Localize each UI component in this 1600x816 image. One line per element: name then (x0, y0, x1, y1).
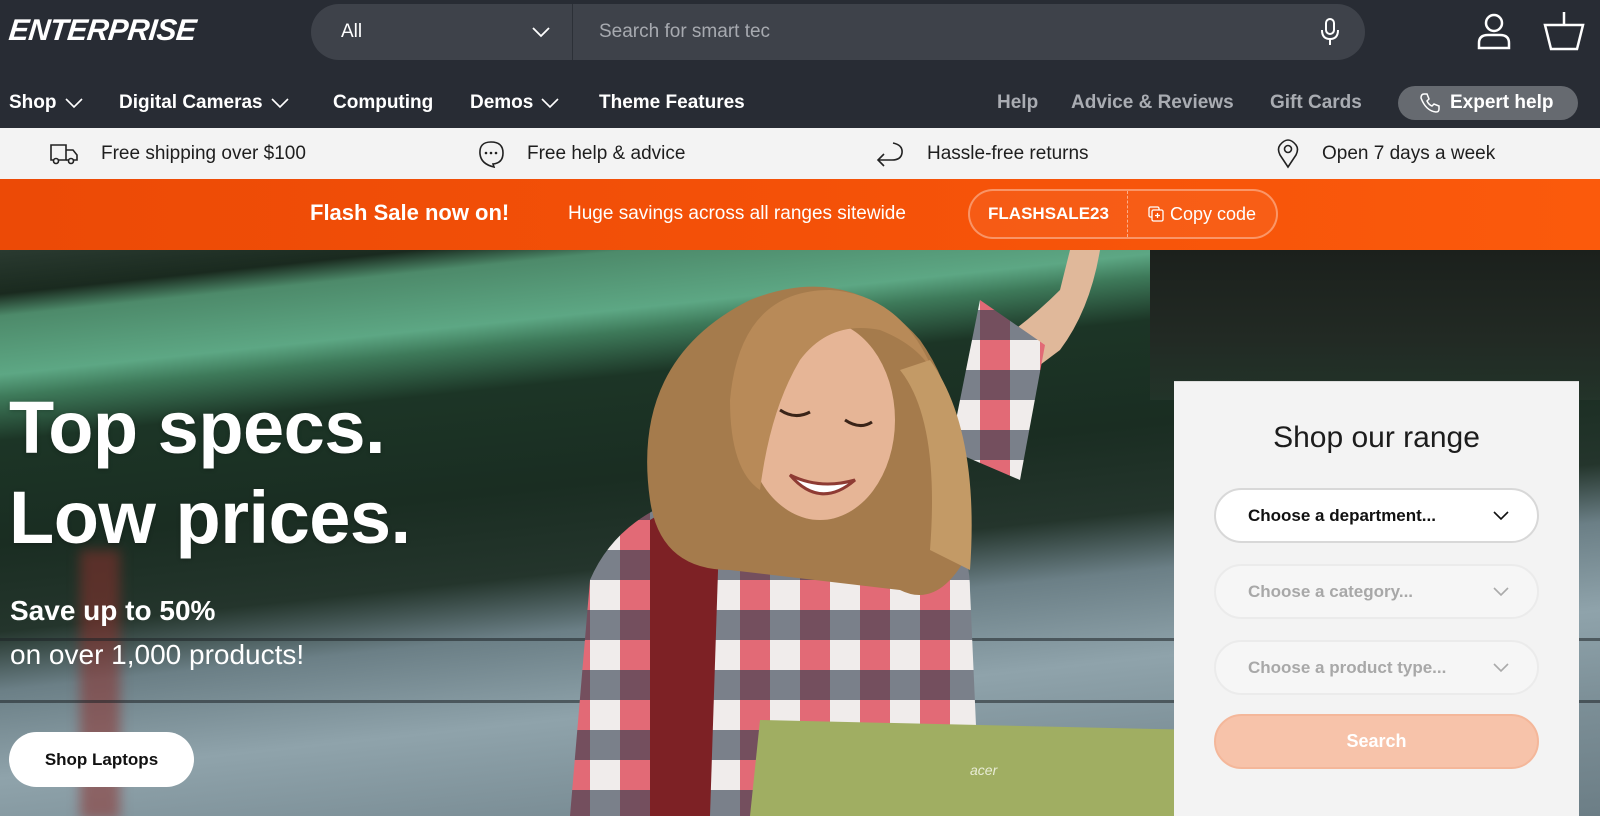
shop-range-search-button[interactable]: Search (1214, 714, 1539, 769)
flash-sale-title: Flash Sale now on! (310, 200, 510, 225)
chevron-down-icon (64, 97, 83, 108)
account-button[interactable] (1475, 12, 1513, 55)
search-category-value: All (341, 21, 363, 42)
nav-item-shop[interactable]: Shop (9, 92, 83, 114)
chevron-down-icon (532, 27, 550, 38)
copy-icon (1148, 206, 1164, 222)
basket-icon (1543, 12, 1585, 51)
truck-icon (50, 143, 78, 164)
chevron-down-icon (1493, 586, 1509, 596)
product-type-select[interactable]: Choose a product type... (1214, 640, 1539, 695)
chevron-down-icon (271, 97, 289, 108)
nav-item-help[interactable]: Help (997, 92, 1038, 114)
copy-code-button[interactable]: Copy code (1128, 204, 1276, 225)
voice-search-button[interactable] (1295, 4, 1365, 60)
laptop-brand-logo: acer (970, 762, 999, 778)
hero-headline-line2: Low prices. (9, 476, 411, 559)
hero-banner: acer Top specs. Low prices. Save up to 5… (0, 250, 1600, 816)
category-select[interactable]: Choose a category... (1214, 564, 1539, 619)
hero-headline: Top specs. Low prices. (9, 383, 411, 563)
usp-item-returns: Hassle-free returns (875, 128, 1089, 179)
hero-background-shade (1150, 250, 1600, 400)
coupon-code: FLASHSALE23 (970, 191, 1128, 237)
chat-bubble-icon (479, 140, 504, 168)
hero-sub-text: on over 1,000 products! (10, 639, 305, 670)
usp-item-hours: Open 7 days a week (1276, 128, 1495, 179)
expert-help-button[interactable]: Expert help (1398, 86, 1578, 120)
flash-sale-subtitle: Huge savings across all ranges sitewide (568, 203, 906, 224)
microphone-icon (1321, 18, 1339, 45)
nav-item-computing[interactable]: Computing (333, 92, 433, 114)
hero-person-image: acer (570, 250, 1180, 816)
hero-headline-line1: Top specs. (9, 386, 386, 469)
nav-item-advice-reviews[interactable]: Advice & Reviews (1071, 92, 1234, 114)
flash-sale-banner: Flash Sale now on! Huge savings across a… (0, 179, 1600, 250)
search-category-select[interactable]: All (311, 4, 573, 60)
usp-bar: Free shipping over $100 Free help & advi… (0, 128, 1600, 179)
department-select[interactable]: Choose a department... (1214, 488, 1539, 543)
usp-item-shipping: Free shipping over $100 (49, 128, 306, 179)
chevron-down-icon (1493, 510, 1509, 520)
coupon-box: FLASHSALE23 Copy code (968, 189, 1278, 239)
chevron-down-icon (1493, 662, 1509, 672)
usp-item-help: Free help & advice (477, 128, 685, 179)
nav-item-digital-cameras[interactable]: Digital Cameras (119, 92, 289, 114)
user-icon (1477, 13, 1511, 50)
hero-save-text: Save up to 50% (10, 595, 216, 626)
site-header: ENTERPRISE All Shop (0, 0, 1600, 128)
nav-item-theme-features[interactable]: Theme Features (599, 92, 745, 114)
logo[interactable]: ENTERPRISE (7, 14, 197, 48)
cart-button[interactable] (1542, 10, 1586, 57)
shop-range-title: Shop our range (1273, 421, 1480, 454)
search-input[interactable] (573, 4, 1295, 60)
search-bar: All (311, 4, 1365, 60)
main-nav: Shop Digital Cameras Computing Demos The… (0, 86, 1600, 124)
nav-item-gift-cards[interactable]: Gift Cards (1270, 92, 1362, 114)
phone-icon (1420, 93, 1440, 113)
nav-item-demos[interactable]: Demos (470, 92, 559, 114)
return-arrow-icon (876, 141, 903, 167)
shop-laptops-button[interactable]: Shop Laptops (9, 732, 194, 787)
map-pin-icon (1277, 138, 1299, 168)
chevron-down-icon (541, 97, 559, 108)
shop-range-panel: Shop our range Choose a department... Ch… (1174, 381, 1579, 816)
